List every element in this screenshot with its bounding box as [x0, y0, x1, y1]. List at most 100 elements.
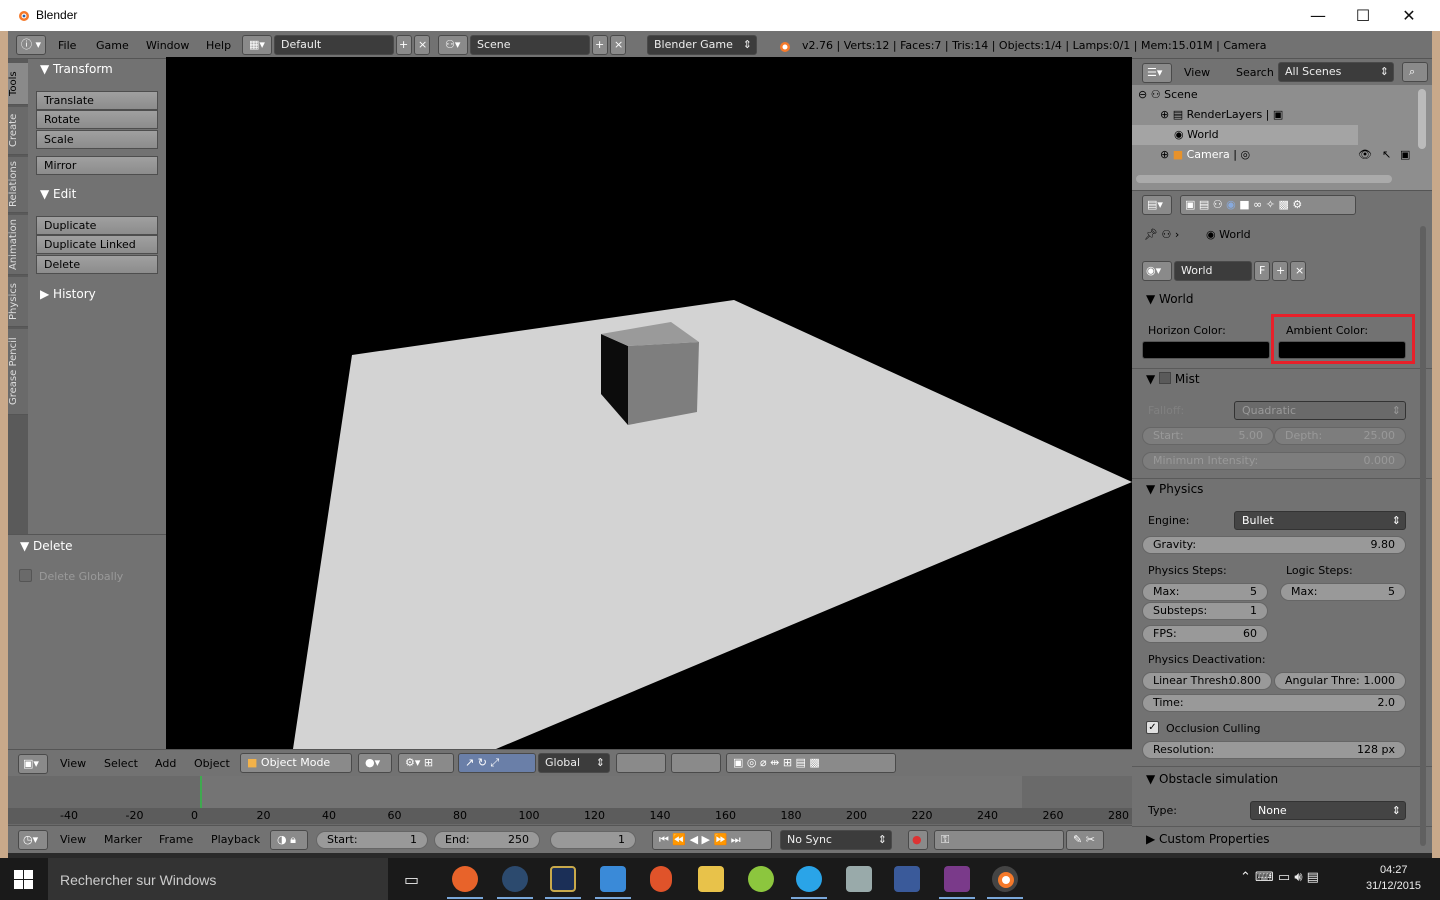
- editor-type-properties-button[interactable]: ▤▾: [1142, 195, 1172, 215]
- select-menu[interactable]: Select: [104, 757, 138, 770]
- object-menu[interactable]: Object: [194, 757, 230, 770]
- history-panel-toggle[interactable]: ▶ History: [40, 287, 96, 301]
- gravity-field[interactable]: Gravity: 9.80: [1142, 536, 1406, 554]
- steam-icon[interactable]: [502, 866, 528, 892]
- outliner-row-renderlayers[interactable]: ⊕ ▤ RenderLayers | ▣: [1132, 105, 1414, 125]
- orientation-select[interactable]: Global ⇕: [538, 753, 610, 773]
- substeps-field[interactable]: Substeps: 1: [1142, 602, 1268, 620]
- editor-type-timeline-button[interactable]: ◷▾: [18, 830, 48, 850]
- fps-field[interactable]: FPS: 60: [1142, 625, 1268, 643]
- angular-thresh-field[interactable]: Angular Thre: 1.000: [1274, 672, 1406, 690]
- outliner-search-icon[interactable]: ⌕: [1402, 62, 1428, 82]
- delete-globally-checkbox[interactable]: [19, 569, 32, 582]
- scene-browse-button[interactable]: ⚇▾: [438, 35, 468, 55]
- obstacle-type-select[interactable]: None ⇕: [1250, 801, 1406, 820]
- translate-button[interactable]: Translate: [36, 91, 158, 110]
- task-view-icon[interactable]: ▭: [404, 870, 419, 889]
- deactivation-time-field[interactable]: Time: 2.0: [1142, 694, 1406, 712]
- file-explorer-icon[interactable]: [698, 866, 724, 892]
- outliner-view-menu[interactable]: View: [1184, 66, 1210, 79]
- duplicate-linked-button[interactable]: Duplicate Linked: [36, 235, 158, 254]
- world-datablock-field[interactable]: World: [1174, 261, 1252, 281]
- scene-field[interactable]: Scene: [470, 35, 590, 55]
- outlook-icon[interactable]: [600, 866, 626, 892]
- maximize-button[interactable]: ☐: [1340, 0, 1386, 31]
- layout-field[interactable]: Default: [274, 35, 394, 55]
- mode-select[interactable]: ■ Object Mode: [240, 753, 352, 773]
- delete-button[interactable]: Delete: [36, 255, 158, 274]
- tab-physics[interactable]: Physics: [8, 277, 28, 327]
- layer-buttons-1[interactable]: [616, 753, 666, 773]
- layer-buttons-2[interactable]: [671, 753, 721, 773]
- outliner-search-menu[interactable]: Search: [1236, 66, 1274, 79]
- league-icon[interactable]: [550, 866, 576, 892]
- min-intensity-field[interactable]: Minimum Intensity: 0.000: [1142, 452, 1406, 470]
- menu-window[interactable]: Window: [146, 39, 189, 52]
- outliner-filter-select[interactable]: All Scenes ⇕: [1278, 62, 1394, 82]
- mirror-button[interactable]: Mirror: [36, 156, 158, 175]
- sync-select[interactable]: No Sync ⇕: [780, 830, 892, 850]
- fake-user-button[interactable]: F: [1254, 261, 1270, 281]
- render-engine-select[interactable]: Blender Game ⇕: [647, 35, 757, 55]
- falloff-select[interactable]: Quadratic ⇕: [1234, 401, 1406, 420]
- horizon-color-swatch[interactable]: [1142, 341, 1270, 359]
- utorrent-icon[interactable]: [748, 866, 774, 892]
- outliner-row-scene[interactable]: ⊖ ⚇ Scene: [1132, 85, 1414, 105]
- keying-set-field[interactable]: ⚿: [934, 830, 1064, 850]
- outliner-row-world[interactable]: ◉ World: [1132, 125, 1358, 145]
- tab-create[interactable]: Create: [8, 107, 28, 155]
- mist-checkbox[interactable]: [1159, 372, 1172, 384]
- outliner-h-scrollbar[interactable]: [1136, 175, 1392, 183]
- pivot-select[interactable]: ⚙▾ ⊞: [398, 753, 454, 773]
- scene-add-icon[interactable]: +: [592, 35, 608, 55]
- shading-select[interactable]: ●▾: [358, 753, 392, 773]
- menu-game[interactable]: Game: [96, 39, 129, 52]
- tab-relations[interactable]: Relations: [8, 157, 28, 213]
- playback-menu[interactable]: Playback: [211, 833, 260, 846]
- tab-grease-pencil[interactable]: Grease Pencil: [8, 329, 28, 415]
- layout-browse-button[interactable]: ▦▾: [242, 35, 272, 55]
- playback-controls[interactable]: ⏮ ⏪ ◀ ▶ ⏩ ⏭: [652, 830, 772, 850]
- preview-range-toggle[interactable]: ◑ 🔒︎: [270, 830, 308, 850]
- marker-menu[interactable]: Marker: [104, 833, 142, 846]
- search-box[interactable]: Rechercher sur Windows: [48, 858, 388, 900]
- manipulator-buttons[interactable]: ↗ ↻ ⤢: [458, 753, 536, 773]
- timeline-area[interactable]: -40 -20 0 20 40 60 80 100 120 140 160 180 200 220 240 2…: [8, 776, 1132, 825]
- editor-type-3d-button[interactable]: ▣▾: [18, 754, 48, 774]
- properties-context-tabs[interactable]: ▣ ▤ ⚇ ◉ ■ ∞ ✧ ▩ ⚙: [1180, 195, 1356, 215]
- custom-properties-toggle[interactable]: ▶ Custom Properties: [1146, 832, 1269, 846]
- menu-file[interactable]: File: [58, 39, 76, 52]
- tray-icons[interactable]: ⌃ ⌨ ▭ 🔊︎ ▤: [1240, 870, 1319, 885]
- snap-tools[interactable]: ▣ ◎ ⌀ ⇹ ⊞ ▤ ▩: [726, 753, 896, 773]
- linear-thresh-field[interactable]: Linear Thresh: 0.800: [1142, 672, 1272, 690]
- world-add-icon[interactable]: +: [1272, 261, 1288, 281]
- minimize-button[interactable]: —: [1295, 0, 1341, 31]
- physics-engine-select[interactable]: Bullet ⇕: [1234, 511, 1406, 530]
- camera-render-icon[interactable]: ▣: [1400, 145, 1410, 165]
- printer-app-icon[interactable]: [846, 866, 872, 892]
- end-frame-field[interactable]: End: 250: [434, 831, 540, 849]
- timeline-view-menu[interactable]: View: [60, 833, 86, 846]
- cursor-icon[interactable]: ↖: [1382, 145, 1391, 165]
- record-button[interactable]: ●: [908, 830, 928, 850]
- mist-panel-toggle[interactable]: ▼ Mist: [1146, 372, 1200, 386]
- mist-start-field[interactable]: Start: 5.00: [1142, 427, 1274, 445]
- start-button[interactable]: [14, 870, 34, 890]
- physics-panel-toggle[interactable]: ▼ Physics: [1146, 482, 1203, 496]
- mist-depth-field[interactable]: Depth: 25.00: [1274, 427, 1406, 445]
- layout-close-icon[interactable]: ×: [414, 35, 430, 55]
- add-menu[interactable]: Add: [155, 757, 176, 770]
- outliner-row-camera[interactable]: ⊕ ■ Camera | ◎ 👁︎ ↖ ▣: [1132, 145, 1414, 165]
- scale-button[interactable]: Scale: [36, 130, 158, 149]
- firefox-icon[interactable]: [452, 866, 478, 892]
- transform-panel-toggle[interactable]: ▼ Transform: [40, 62, 113, 76]
- pin-icon[interactable]: 📌︎ ⚇ ›: [1144, 228, 1179, 241]
- eye-icon[interactable]: 👁︎: [1358, 145, 1372, 165]
- edit-panel-toggle[interactable]: ▼ Edit: [40, 187, 76, 201]
- start-frame-field[interactable]: Start: 1: [316, 831, 428, 849]
- properties-scrollbar[interactable]: [1420, 226, 1426, 846]
- logic-max-field[interactable]: Max: 5: [1280, 583, 1406, 601]
- skype-icon[interactable]: [796, 866, 822, 892]
- duplicate-button[interactable]: Duplicate: [36, 216, 158, 235]
- origin-icon[interactable]: [650, 866, 672, 892]
